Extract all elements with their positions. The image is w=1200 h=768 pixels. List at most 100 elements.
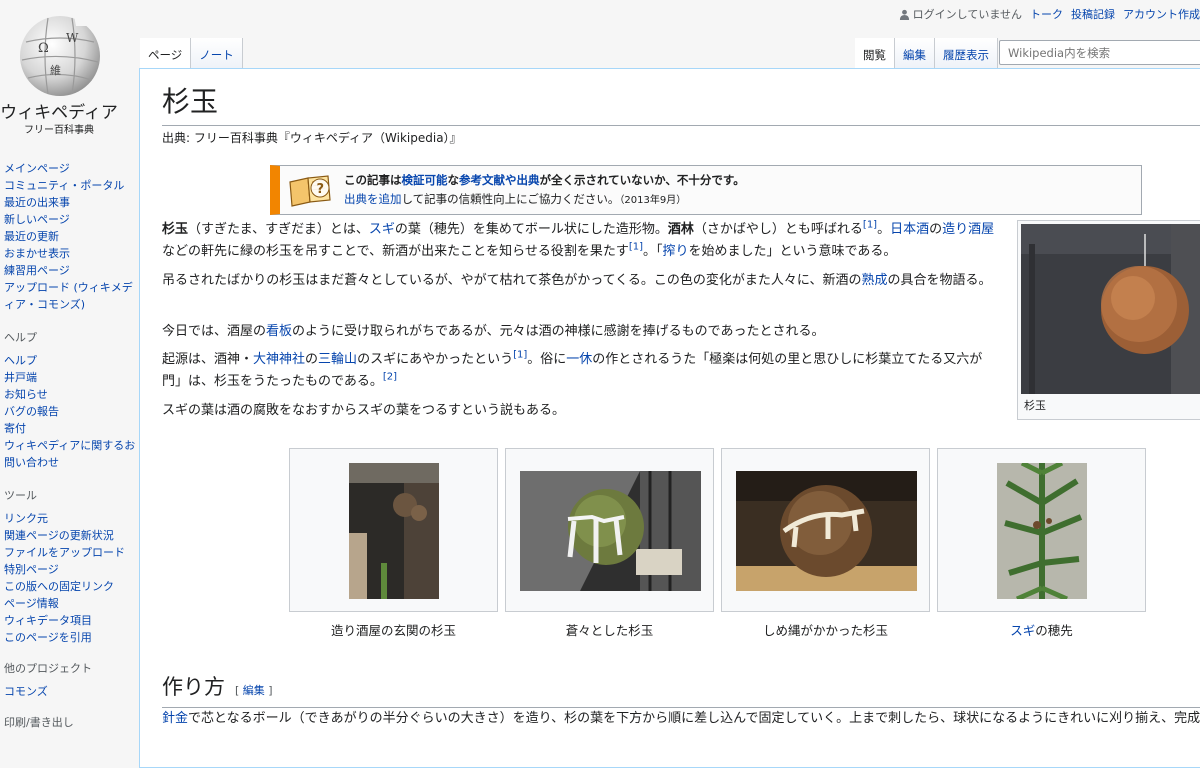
link-tsukurizakaya[interactable]: 造り酒屋 — [942, 222, 994, 237]
ref-1[interactable]: [1] — [863, 220, 877, 231]
gallery-photo-shimenawa-sugitama[interactable] — [736, 471, 917, 591]
text: などの軒先に緑の杉玉を吊すことで、新酒が出来たことを知らせる役割を果たす — [162, 244, 629, 259]
term-sugitama: 杉玉 — [162, 222, 189, 237]
link-miwayama[interactable]: 三輪山 — [318, 352, 357, 367]
notice-text: この記事は — [344, 173, 402, 187]
puzzle-globe-icon: Ω W 維 — [20, 16, 100, 96]
sidebar-item-permanent-link[interactable]: この版への固定リンク — [4, 578, 138, 595]
gallery-photo-shop-entrance[interactable] — [349, 463, 439, 599]
text: 吊るされたばかりの杉玉はまだ蒼々としているが、やがて枯れて茶色がかってくる。この… — [162, 273, 862, 288]
sidebar-item-wikidata-item[interactable]: ウィキデータ項目 — [4, 612, 138, 629]
link-harigane[interactable]: 針金 — [162, 711, 188, 726]
sidebar-item-commons[interactable]: コモンズ — [4, 683, 138, 700]
link-sugi-caption[interactable]: スギ — [1010, 623, 1035, 638]
gallery-photo-green-sugitama[interactable] — [520, 471, 701, 591]
gallery-item-4 — [937, 448, 1146, 612]
section-title: 作り方 — [162, 675, 225, 699]
sidebar-item-sandbox[interactable]: 練習用ページ — [4, 262, 138, 279]
notice-text: が全く示されていないか、不十分です。 — [539, 173, 745, 187]
tab-page[interactable]: ページ — [140, 38, 192, 69]
sidebar-item-cite-page[interactable]: このページを引用 — [4, 629, 138, 646]
sidebar-item-help[interactable]: ヘルプ — [4, 352, 138, 369]
contributions-link[interactable]: 投稿記録 — [1071, 6, 1115, 22]
anon-user-indicator: ログインしていません — [899, 6, 1022, 22]
link-ikkyu[interactable]: 一休 — [566, 352, 592, 367]
link-omiwa-shrine[interactable]: 大神神社 — [253, 352, 305, 367]
sidebar-item-bug-report[interactable]: バグの報告 — [4, 403, 138, 420]
text: の葉（穂先）を集めてボール状にした造形物。 — [394, 222, 668, 237]
text: （さかばやし）とも呼ばれる — [693, 222, 863, 237]
tab-history[interactable]: 履歴表示 — [935, 38, 998, 69]
gallery-item-2 — [505, 448, 714, 612]
link-jukusei[interactable]: 熟成 — [862, 273, 888, 288]
sidebar-help: ヘルプ 井戸端 お知らせ バグの報告 寄付 ウィキペディアに関するお問い合わせ — [0, 352, 138, 471]
section-heading-method: 作り方 [ 編集 ] — [162, 673, 1200, 708]
paragraph-1: 杉玉（すぎたま、すぎだま）とは、スギの葉（穂先）を集めてボール状にした造形物。酒… — [162, 219, 1000, 263]
wikipedia-logo[interactable]: Ω W 維 ウィキペディア フリー百科事典 — [0, 0, 130, 150]
link-nihonshu[interactable]: 日本酒 — [890, 222, 929, 237]
gallery-caption-4: スギの穂先 — [937, 621, 1146, 641]
ref-2[interactable]: [2] — [383, 372, 397, 383]
tab-note[interactable]: ノート — [191, 38, 243, 69]
sidebar-item-donate[interactable]: 寄付 — [4, 420, 138, 437]
sidebar-item-upload-file[interactable]: ファイルをアップロード — [4, 544, 138, 561]
bracket: ] — [264, 684, 273, 697]
sidebar: メインページ コミュニティ・ポータル 最近の出来事 新しいページ 最近の更新 お… — [0, 160, 138, 737]
text: を始めました」という意味である。 — [688, 244, 897, 259]
sugitama-photo[interactable] — [1021, 224, 1200, 394]
tab-read[interactable]: 閲覧 — [855, 38, 895, 69]
sidebar-item-community-portal[interactable]: コミュニティ・ポータル — [4, 177, 138, 194]
sidebar-item-main-page[interactable]: メインページ — [4, 160, 138, 177]
text: 起源は、酒神・ — [162, 352, 254, 367]
notice-text: な — [447, 173, 460, 187]
user-icon — [899, 9, 909, 20]
link-kanban[interactable]: 看板 — [266, 324, 292, 339]
site-tagline: フリー百科事典 — [24, 125, 94, 136]
section-edit-link[interactable]: 編集 — [243, 684, 265, 697]
gallery-caption-2: 蒼々とした杉玉 — [565, 623, 654, 638]
talk-link[interactable]: トーク — [1030, 6, 1063, 22]
sidebar-item-current-events[interactable]: 最近の出来事 — [4, 194, 138, 211]
sidebar-item-related-changes[interactable]: 関連ページの更新状況 — [4, 527, 138, 544]
sidebar-heading-tools: ツール — [4, 489, 37, 502]
notice-line-1: この記事は検証可能な参考文献や出典が全く示されていないか、不十分です。 — [344, 171, 745, 189]
sidebar-item-random[interactable]: おまかせ表示 — [4, 245, 138, 262]
sidebar-item-village-pump[interactable]: 井戸端 — [4, 369, 138, 386]
notice-date: （2013年9月） — [619, 195, 687, 206]
gallery-caption-1: 造り酒屋の玄関の杉玉 — [330, 623, 456, 638]
text: 今日では、酒屋の — [162, 324, 267, 339]
citation-notice-box: ? この記事は検証可能な参考文献や出典が全く示されていないか、不十分です。 出典… — [270, 165, 1142, 215]
text: のスギにあやかったという — [357, 352, 514, 367]
notice-text: して記事の信頼性向上にご協力ください。 — [401, 192, 620, 206]
sidebar-item-special-pages[interactable]: 特別ページ — [4, 561, 138, 578]
references-link[interactable]: 参考文献や出典 — [459, 173, 540, 187]
svg-text:W: W — [66, 31, 79, 45]
sidebar-item-upload-commons[interactable]: アップロード (ウィキメディア・コモンズ) — [4, 279, 138, 313]
sidebar-item-contact[interactable]: ウィキペディアに関するお問い合わせ — [4, 437, 138, 471]
text: 。「 — [643, 244, 663, 259]
verifiability-link[interactable]: 検証可能 — [402, 173, 448, 187]
tab-edit[interactable]: 編集 — [895, 38, 935, 69]
sidebar-item-announcements[interactable]: お知らせ — [4, 386, 138, 403]
sidebar-item-recent-changes[interactable]: 最近の更新 — [4, 228, 138, 245]
sidebar-item-what-links-here[interactable]: リンク元 — [4, 510, 138, 527]
link-shibori[interactable]: 搾り — [663, 244, 689, 259]
sidebar-projects: コモンズ — [0, 683, 138, 700]
site-subtitle: 出典: フリー百科事典『ウィキペディア（Wikipedia）』 — [162, 131, 462, 145]
ref-1[interactable]: [1] — [513, 350, 527, 361]
gallery-photo-sugi-branch[interactable] — [997, 463, 1087, 599]
link-sugi[interactable]: スギ — [369, 222, 395, 237]
ref-1[interactable]: [1] — [629, 242, 643, 253]
sidebar-item-new-pages[interactable]: 新しいページ — [4, 211, 138, 228]
text: で芯となるボール（できあがりの半分ぐらいの大きさ）を造り、杉の葉を下方から順に差… — [188, 711, 1200, 726]
add-citation-link[interactable]: 出典を追加 — [344, 192, 402, 206]
paragraph-3: 今日では、酒屋の看板のように受け取られがちであるが、元々は酒の神様に感謝を捧げる… — [162, 321, 1000, 343]
create-account-link[interactable]: アカウント作成 — [1123, 6, 1200, 22]
text: 。 — [877, 222, 891, 237]
page-title: 杉玉 — [162, 85, 1200, 126]
sidebar-item-page-info[interactable]: ページ情報 — [4, 595, 138, 612]
text: のように受け取られがちであるが、元々は酒の神様に感謝を捧げるものであったとされる… — [292, 324, 825, 339]
search-input[interactable] — [999, 40, 1200, 65]
gallery-item-1 — [289, 448, 498, 612]
text: の — [929, 222, 943, 237]
